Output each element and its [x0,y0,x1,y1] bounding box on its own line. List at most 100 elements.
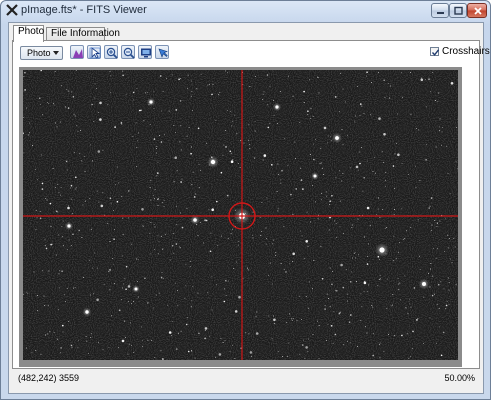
star [438,126,440,128]
star [359,162,361,165]
star [62,331,64,333]
star [302,188,304,190]
star [432,71,433,73]
star [289,313,291,315]
star [172,232,174,234]
star [339,170,341,172]
star [49,202,52,205]
minimize-button[interactable] [431,3,449,18]
bright-star [379,247,385,253]
star [360,293,362,295]
star [430,263,432,265]
star [23,152,25,154]
star [245,332,247,334]
star [171,244,174,247]
star [109,197,112,199]
star [278,173,279,175]
star [249,351,253,354]
star [439,130,441,132]
star [314,201,316,203]
star [450,82,454,85]
star [277,350,279,352]
star [378,343,380,345]
star [230,160,234,163]
star [125,94,127,96]
star [375,213,377,215]
star [127,190,130,192]
fits-image-canvas[interactable] [23,70,458,360]
star [60,121,62,123]
star [55,254,57,256]
star [372,333,374,335]
star [23,76,25,78]
star [194,357,196,359]
pointer-button[interactable] [87,45,101,59]
star [94,97,96,99]
star [234,114,236,116]
zoom-out-button[interactable] [121,45,135,59]
title-bar[interactable]: pImage.fts* - FITS Viewer [1,1,490,21]
tab-photo[interactable]: Photo [13,25,44,42]
star [110,202,112,204]
star [292,320,294,322]
star [406,333,408,335]
bright-star [149,100,153,104]
star [110,92,111,94]
fit-screen-button[interactable] [138,45,152,59]
star [263,91,265,93]
star [340,263,343,267]
star [97,111,99,113]
star [81,237,83,239]
pan-button[interactable] [155,45,169,59]
star [91,267,93,269]
star [366,71,368,73]
star [370,114,371,116]
star [200,169,202,171]
close-button[interactable] [467,3,487,18]
star [131,302,133,304]
star [387,278,389,280]
star [149,187,151,188]
star [124,337,126,339]
star [67,206,70,210]
star [211,309,213,311]
star [359,115,361,117]
maximize-button[interactable] [449,3,467,18]
star [68,90,70,92]
star [317,76,319,78]
star [163,134,165,136]
star [383,79,386,82]
star [186,317,188,319]
bright-star [313,174,317,178]
star [272,315,274,317]
star [73,114,75,116]
crosshairs-checkbox[interactable] [430,47,440,56]
star [29,132,31,134]
star [423,296,425,298]
star [437,248,439,250]
zoom-in-button[interactable] [104,45,118,59]
star [269,86,271,88]
star [412,347,414,349]
star [305,240,309,243]
star [310,108,312,110]
histogram-button[interactable] [70,45,84,59]
star [328,298,329,299]
star [102,149,104,151]
star [208,261,210,263]
star [249,148,251,150]
star [393,213,395,215]
star [292,213,294,215]
tab-file-information[interactable]: File Information [46,27,120,41]
star [271,283,273,285]
star [417,219,419,221]
star [88,197,90,199]
star [364,236,366,238]
star [128,343,130,345]
bright-star [67,224,71,228]
star [283,268,285,270]
star [382,209,384,210]
star [354,253,356,255]
star [27,134,29,136]
view-mode-dropdown[interactable]: Photo [20,46,63,60]
